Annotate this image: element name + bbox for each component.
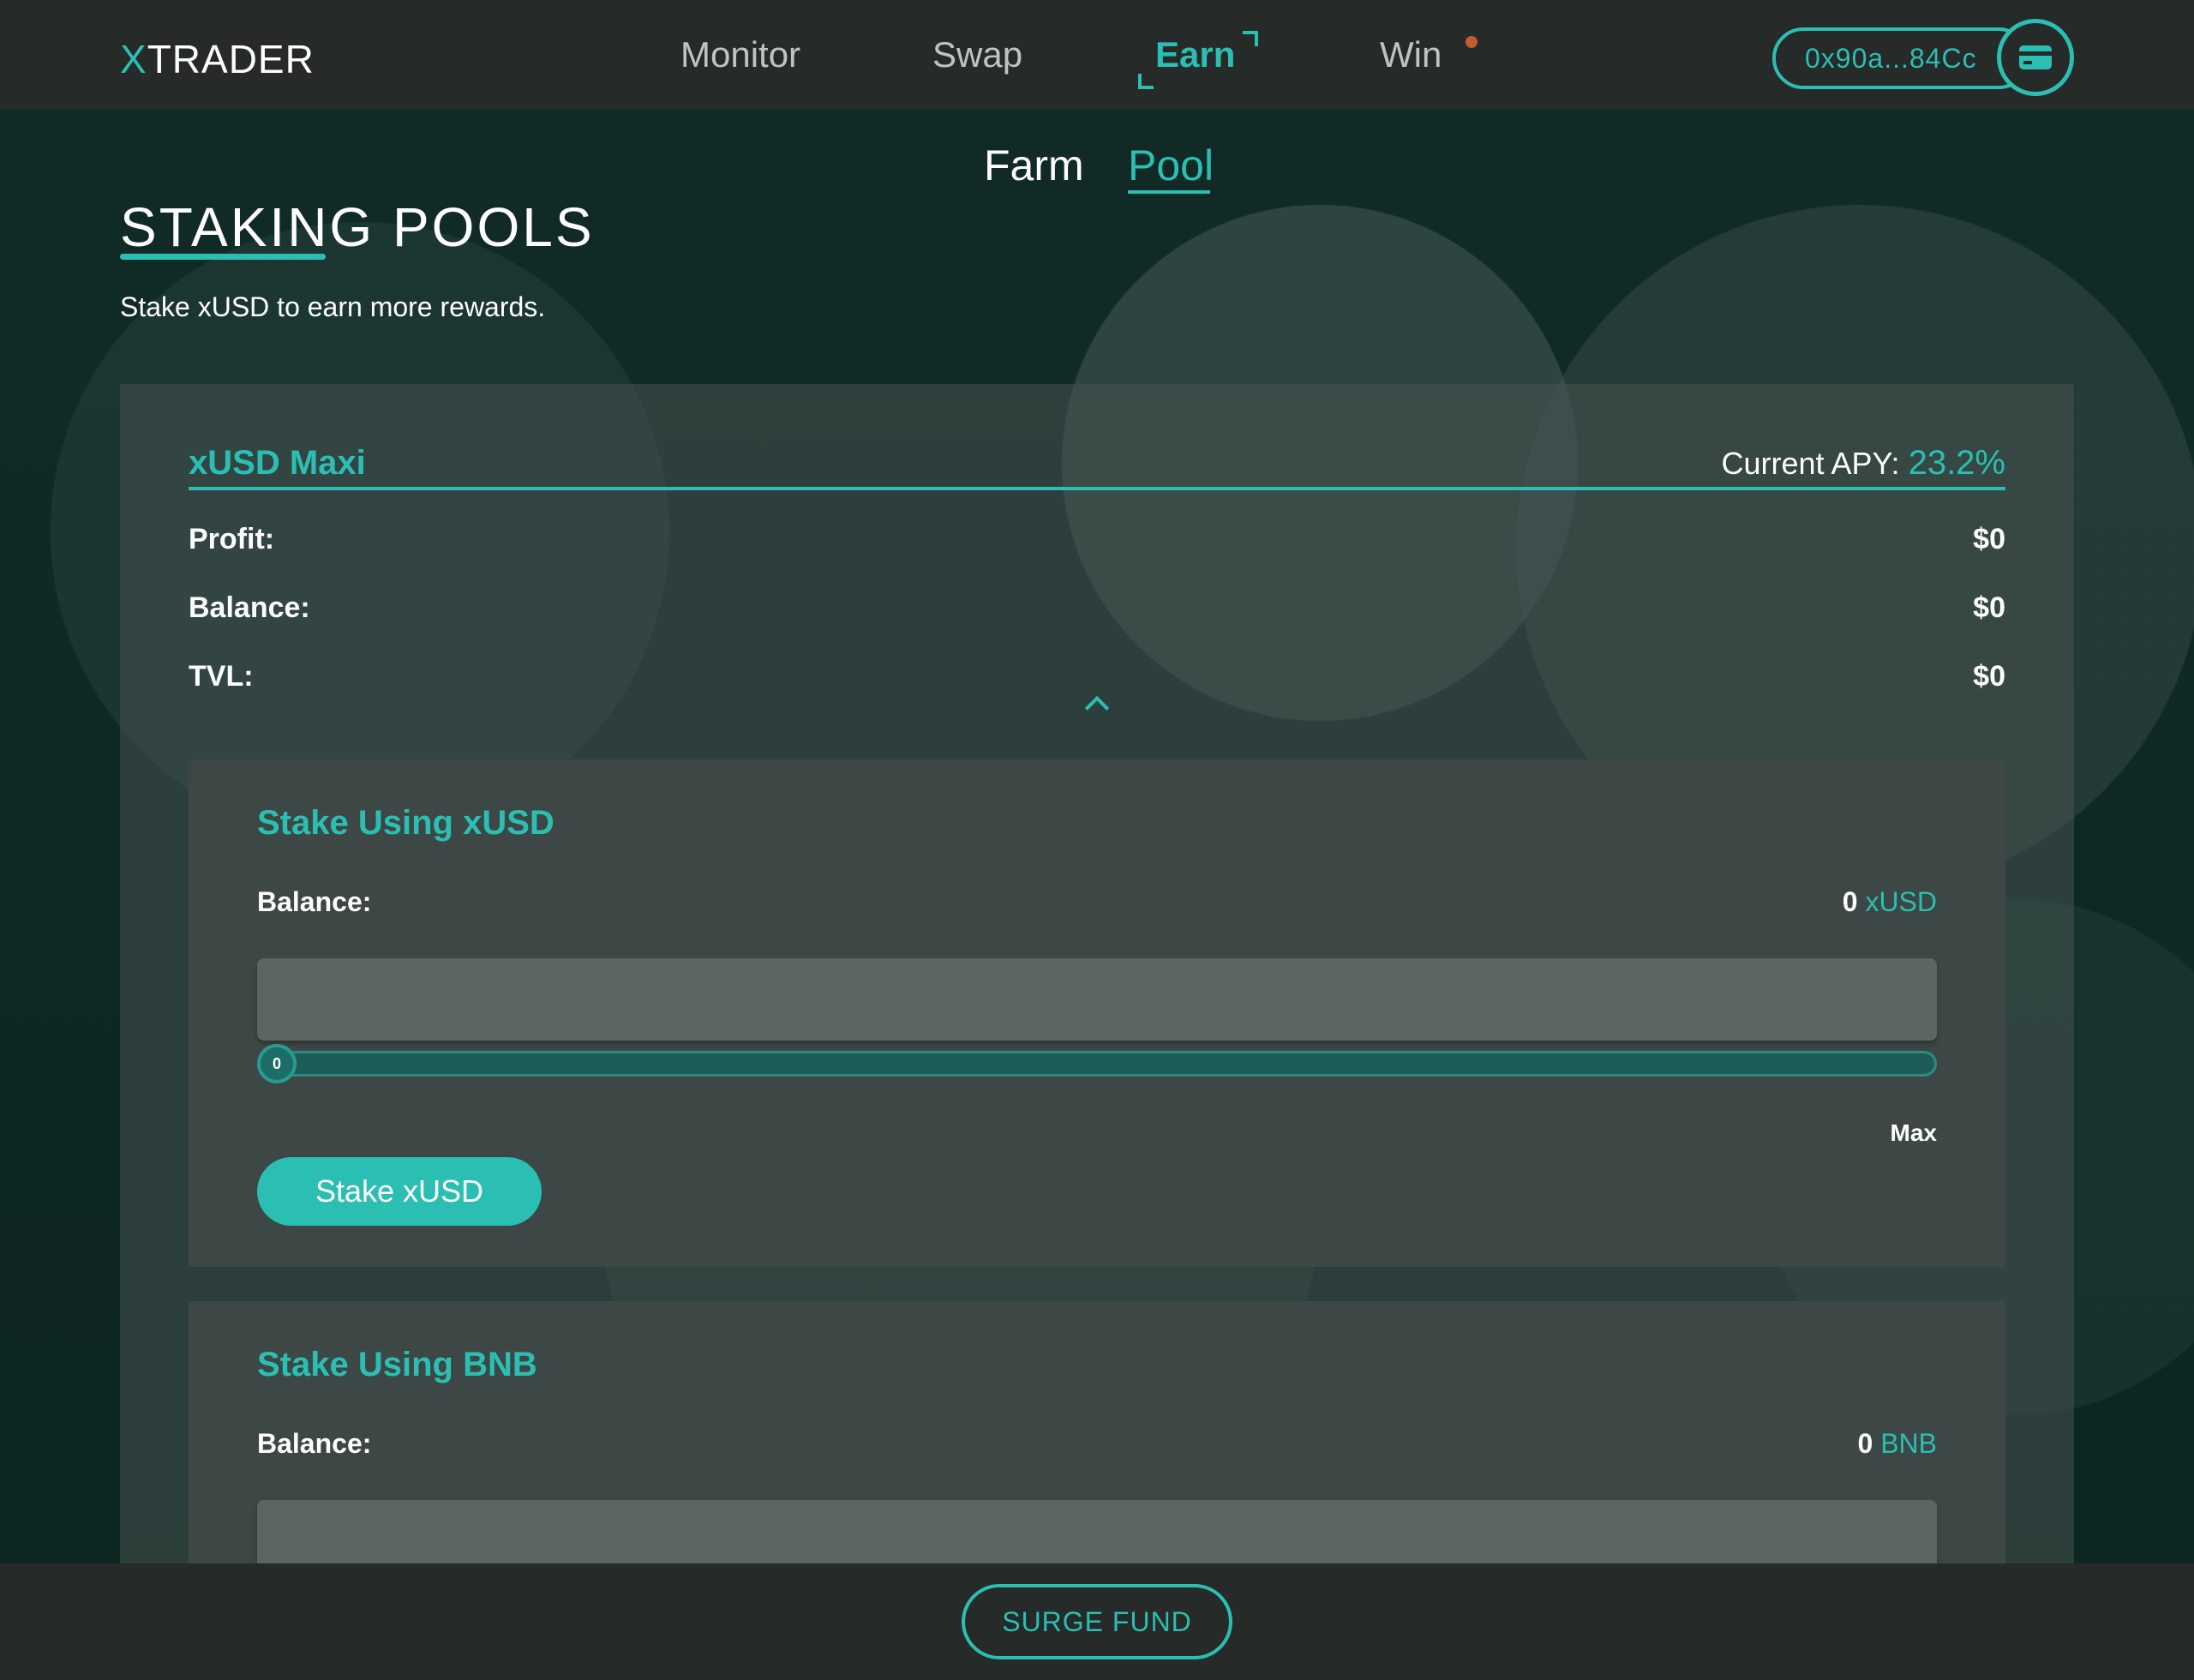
- wallet-button[interactable]: [1997, 19, 2074, 96]
- tab-farm[interactable]: Farm: [984, 141, 1084, 190]
- page-title: STAKING POOLS: [120, 196, 595, 258]
- divider: [189, 487, 2005, 490]
- xusd-balance-value: 0 xUSD: [1842, 886, 1937, 917]
- chevron-up-icon[interactable]: [1084, 695, 1110, 721]
- profit-label: Profit:: [189, 523, 275, 555]
- logo[interactable]: XTRADER: [120, 36, 315, 82]
- tvl-value: $0: [1973, 660, 2005, 693]
- bnb-balance-label: Balance:: [257, 1428, 372, 1459]
- nav-monitor[interactable]: Monitor: [680, 34, 800, 75]
- balance-label: Balance:: [189, 591, 310, 624]
- title-underline: [120, 254, 326, 260]
- xusd-amount-slider[interactable]: [257, 1051, 1937, 1077]
- apy-display: Current APY: 23.2%: [1721, 444, 2005, 483]
- notification-dot-icon: [1466, 36, 1478, 48]
- balance-value: $0: [1973, 591, 2005, 624]
- stake-xusd-button[interactable]: Stake xUSD: [257, 1157, 542, 1226]
- apy-value: 23.2%: [1908, 444, 2005, 482]
- stake-xusd-section: Stake Using xUSD Balance: 0 xUSD 0 Max S…: [189, 759, 2005, 1267]
- active-bracket-icon: [1138, 74, 1154, 89]
- tab-pool-underline: [1128, 190, 1210, 194]
- active-bracket-icon: [1243, 31, 1258, 46]
- tab-pool[interactable]: Pool: [1128, 141, 1214, 190]
- max-label[interactable]: Max: [1891, 1119, 1937, 1147]
- page-subtitle: Stake xUSD to earn more rewards.: [120, 291, 546, 322]
- pool-card: xUSD Maxi Current APY: 23.2% Profit: $0 …: [120, 384, 2074, 1582]
- xusd-balance-label: Balance:: [257, 886, 372, 917]
- top-navbar: XTRADER Monitor Swap Earn Win 0x90a...84…: [0, 0, 2194, 110]
- profit-value: $0: [1973, 523, 2005, 555]
- wallet-icon: [2019, 45, 2052, 69]
- slider-handle[interactable]: 0: [257, 1044, 297, 1083]
- stake-bnb-title: Stake Using BNB: [257, 1346, 537, 1383]
- footer-bar: SURGE FUND: [0, 1563, 2194, 1680]
- xusd-amount-input[interactable]: [257, 958, 1937, 1041]
- stake-bnb-section: Stake Using BNB Balance: 0 BNB: [189, 1301, 2005, 1582]
- pool-name: xUSD Maxi: [189, 444, 366, 482]
- tvl-label: TVL:: [189, 660, 254, 693]
- nav-earn[interactable]: Earn: [1155, 34, 1235, 75]
- surge-fund-button[interactable]: SURGE FUND: [962, 1584, 1232, 1659]
- apy-label: Current APY:: [1721, 446, 1900, 481]
- bnb-balance-value: 0 BNB: [1857, 1428, 1937, 1459]
- stake-xusd-title: Stake Using xUSD: [257, 804, 554, 842]
- wallet-address-button[interactable]: 0x90a...84Cc: [1772, 27, 2029, 89]
- nav-win[interactable]: Win: [1380, 34, 1442, 75]
- nav-swap[interactable]: Swap: [932, 34, 1022, 75]
